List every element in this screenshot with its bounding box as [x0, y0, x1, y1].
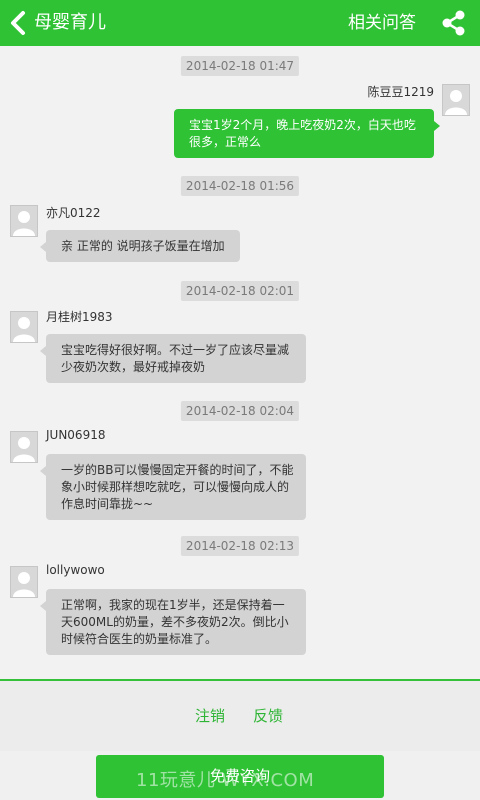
timestamp: 2014-02-18 01:56 — [180, 176, 300, 196]
related-qa-link[interactable]: 相关问答 — [348, 0, 416, 46]
chevron-left-icon — [10, 10, 26, 36]
sender-name: 月桂树1983 — [46, 310, 113, 324]
feedback-link[interactable]: 反馈 — [253, 705, 283, 726]
sender-name: lollywowo — [46, 563, 105, 577]
sender-name: 陈豆豆1219 — [367, 85, 434, 99]
message-bubble[interactable]: 一岁的BB可以慢慢固定开餐的时间了，不能象小时候那样想吃就吃，可以慢慢向成人的作… — [40, 454, 306, 520]
app-screen: 母婴育儿 相关问答 2014-02-18 01:47 陈豆豆1219 宝宝1岁2… — [0, 0, 480, 800]
avatar[interactable] — [10, 431, 38, 463]
share-icon — [440, 10, 468, 41]
avatar[interactable] — [10, 205, 38, 237]
user-avatar-icon — [11, 432, 37, 462]
bottom-bar: 免费咨询 — [0, 751, 480, 800]
share-button[interactable] — [440, 9, 468, 37]
timestamp: 2014-02-18 02:13 — [180, 536, 300, 556]
page-title: 母婴育儿 — [34, 12, 106, 33]
action-bar: 注销 反馈 — [0, 679, 480, 751]
message-bubble[interactable]: 亲 正常的 说明孩子饭量在增加 — [40, 230, 240, 262]
timestamp: 2014-02-18 02:04 — [180, 401, 300, 421]
avatar[interactable] — [10, 566, 38, 598]
back-button[interactable]: 母婴育儿 — [0, 0, 106, 46]
timestamp: 2014-02-18 01:47 — [180, 56, 300, 76]
avatar[interactable] — [442, 84, 470, 116]
free-consult-button[interactable]: 免费咨询 — [96, 755, 384, 798]
sender-name: 亦凡0122 — [46, 206, 101, 220]
user-avatar-icon — [11, 206, 37, 236]
chat-thread[interactable]: 2014-02-18 01:47 陈豆豆1219 宝宝1岁2个月，晚上吃夜奶2次… — [0, 46, 480, 679]
avatar[interactable] — [10, 311, 38, 343]
user-avatar-icon — [443, 85, 469, 115]
top-app-bar: 母婴育儿 相关问答 — [0, 0, 480, 46]
cancel-link[interactable]: 注销 — [195, 705, 225, 726]
sender-name: JUN06918 — [46, 428, 106, 442]
timestamp: 2014-02-18 02:01 — [180, 281, 300, 301]
message-bubble[interactable]: 宝宝吃得好很好啊。不过一岁了应该尽量减少夜奶次数，最好戒掉夜奶 — [40, 334, 306, 383]
message-bubble[interactable]: 宝宝1岁2个月，晚上吃夜奶2次，白天也吃很多，正常么 — [174, 109, 440, 158]
user-avatar-icon — [11, 567, 37, 597]
message-bubble[interactable]: 正常啊，我家的现在1岁半，还是保持着一天600ML的奶量，差不多夜奶2次。倒比小… — [40, 589, 306, 655]
user-avatar-icon — [11, 312, 37, 342]
